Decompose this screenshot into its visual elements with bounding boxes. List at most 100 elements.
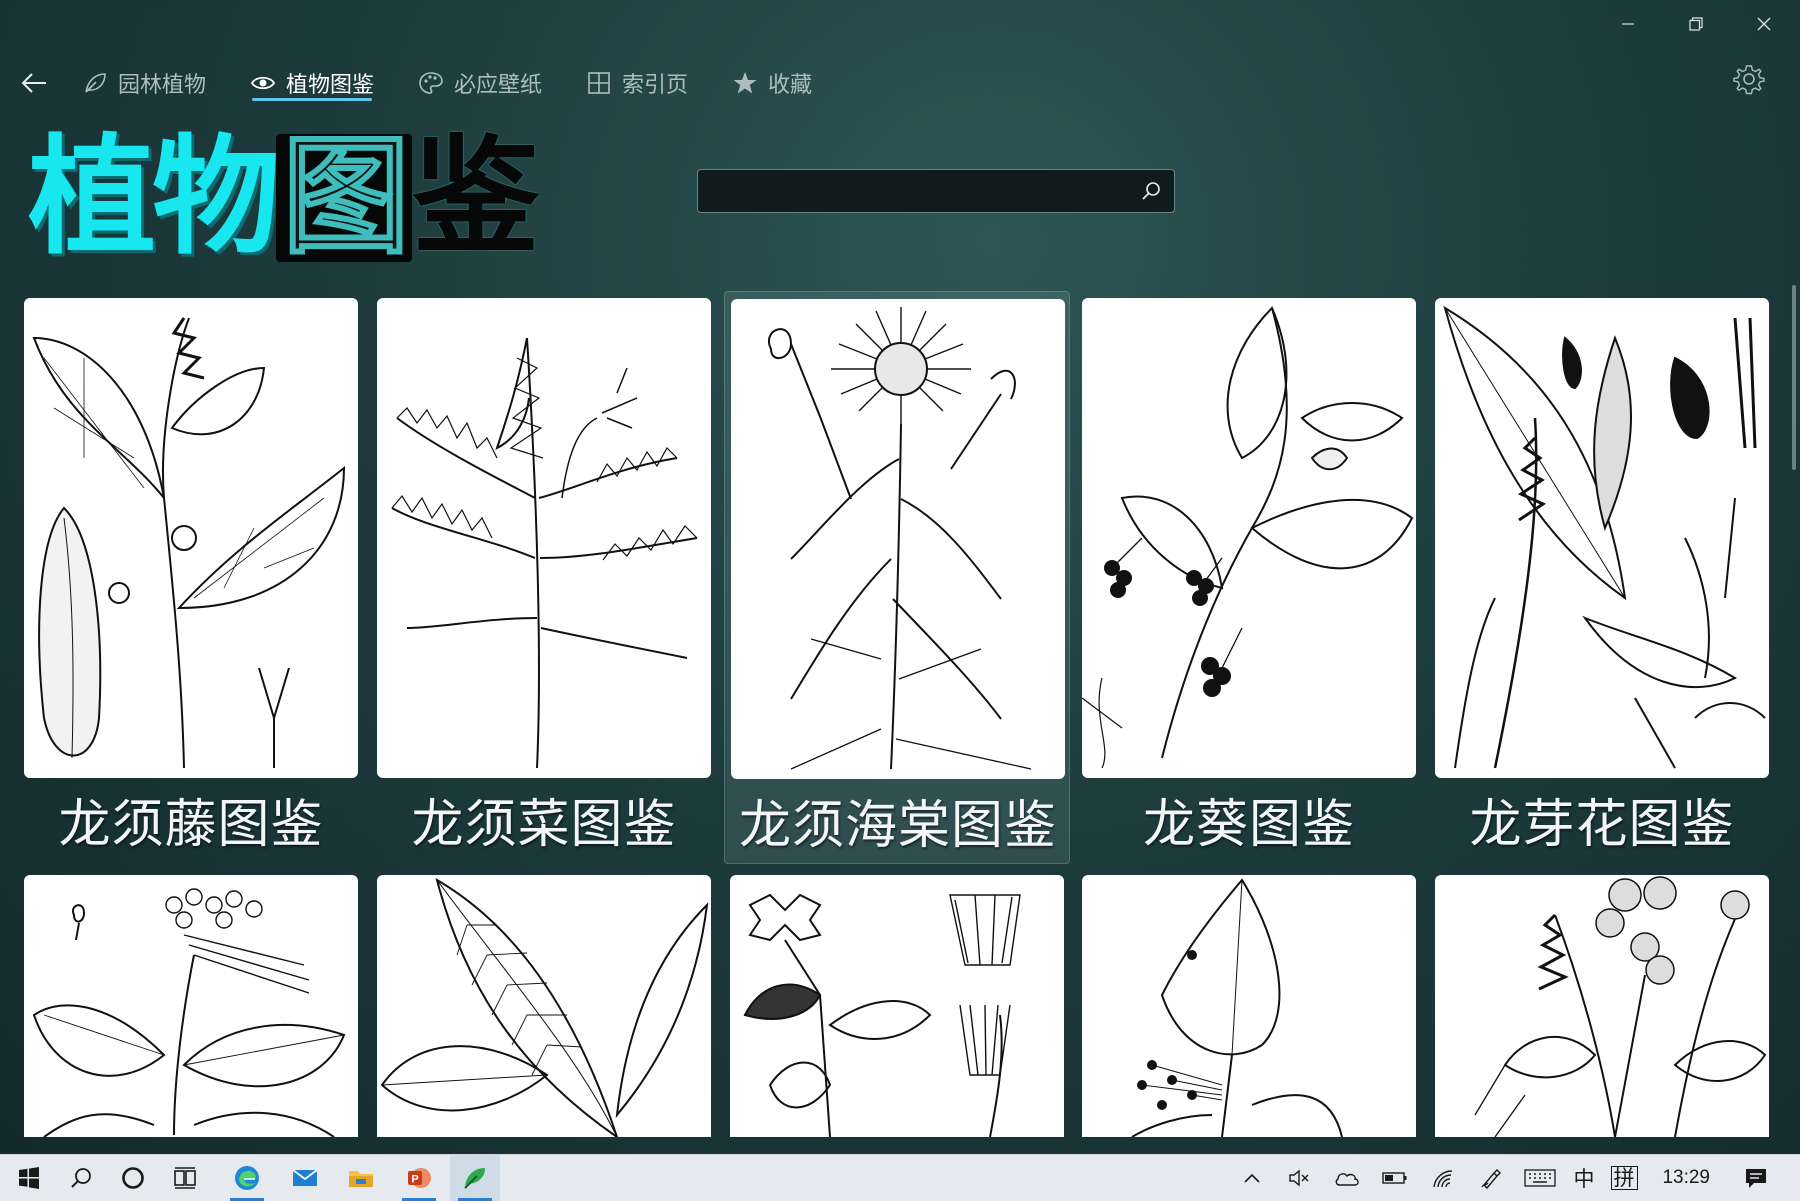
chevron-up-icon	[1244, 1173, 1260, 1183]
card-caption: 龙须海棠图鉴	[738, 795, 1057, 856]
plant-app-icon	[464, 1168, 485, 1189]
mail-icon	[292, 1169, 318, 1186]
title-part-plant: 植物	[28, 123, 280, 272]
onedrive-button[interactable]	[1330, 1155, 1364, 1201]
file-explorer-icon	[349, 1171, 373, 1187]
tab-index[interactable]: 索引页	[586, 63, 688, 103]
close-icon	[1757, 17, 1771, 31]
settings-button[interactable]	[1732, 62, 1766, 96]
atlas-card-hovered[interactable]: 龙须海棠图鉴	[724, 291, 1070, 864]
battery-icon	[1382, 1172, 1407, 1184]
touch-keyboard-button[interactable]	[1520, 1155, 1560, 1201]
minimize-icon	[1622, 23, 1634, 25]
card-caption: 龙须菜图鉴	[411, 794, 677, 855]
restore-button[interactable]	[1673, 6, 1719, 42]
windows-taskbar: P 中 拼 13:29	[0, 1154, 1800, 1201]
pen-icon	[1481, 1169, 1501, 1189]
title-part-atlas-boxed: 图	[276, 133, 413, 263]
active-tab-indicator	[252, 98, 372, 101]
top-navigation: 园林植物 植物图鉴 必应壁纸 索引页 收藏	[0, 55, 1800, 115]
plant-illustration-berry-spike	[1435, 875, 1769, 1137]
task-view-button[interactable]	[160, 1155, 210, 1201]
tab-label: 必应壁纸	[454, 73, 543, 98]
volume-button[interactable]	[1283, 1155, 1315, 1201]
tab-label: 植物图鉴	[286, 73, 375, 98]
ime-mode-indicator[interactable]: 拼	[1608, 1155, 1640, 1201]
plant-illustration-flower-cluster-leaves	[24, 875, 358, 1137]
windows-start-icon	[19, 1167, 39, 1189]
title-part-atlas: 鉴	[412, 123, 540, 272]
show-hidden-icons-button[interactable]	[1237, 1155, 1267, 1201]
back-button[interactable]	[14, 63, 54, 103]
volume-muted-icon	[1289, 1169, 1309, 1187]
pen-workspace-button[interactable]	[1474, 1155, 1508, 1201]
restore-icon	[1689, 17, 1703, 31]
taskbar-app-edge[interactable]	[222, 1155, 272, 1201]
battery-button[interactable]	[1378, 1155, 1412, 1201]
ime-mode-label: 拼	[1610, 1166, 1638, 1190]
atlas-card[interactable]: 龙芽花图鉴	[1435, 298, 1769, 860]
back-arrow-icon	[21, 73, 46, 93]
atlas-card[interactable]: 龙葵图鉴	[1082, 298, 1416, 860]
taskbar-search-button[interactable]	[56, 1155, 106, 1201]
tab-garden-plants[interactable]: 园林植物	[82, 63, 206, 103]
search-icon[interactable]	[1140, 180, 1162, 202]
title-bar	[0, 0, 1800, 50]
search-box[interactable]	[697, 169, 1175, 214]
edge-icon	[235, 1166, 259, 1190]
wifi-icon	[1433, 1170, 1453, 1188]
start-button[interactable]	[4, 1155, 54, 1201]
minimize-button[interactable]	[1605, 6, 1651, 42]
leaf-icon	[82, 70, 108, 96]
plant-illustration-long-leaves	[377, 875, 711, 1137]
close-button[interactable]	[1741, 6, 1787, 42]
tab-label: 收藏	[768, 73, 813, 98]
atlas-card[interactable]	[24, 875, 358, 1137]
search-icon	[71, 1168, 91, 1188]
notifications-icon	[1746, 1169, 1766, 1188]
plant-illustration-aster-flower	[731, 299, 1065, 779]
search-input[interactable]	[710, 170, 1114, 214]
action-center-button[interactable]	[1736, 1155, 1776, 1201]
keyboard-icon	[1524, 1169, 1556, 1187]
card-caption: 龙葵图鉴	[1142, 794, 1355, 855]
atlas-card[interactable]	[730, 875, 1064, 1137]
taskbar-app-plant-atlas[interactable]	[450, 1155, 500, 1201]
card-caption: 龙芽花图鉴	[1469, 794, 1735, 855]
tab-label: 索引页	[622, 73, 689, 98]
cloud-icon	[1335, 1173, 1359, 1186]
card-caption: 龙须藤图鉴	[58, 794, 324, 855]
atlas-card[interactable]	[1082, 875, 1416, 1137]
star-icon	[732, 70, 758, 96]
powerpoint-icon: P	[408, 1168, 431, 1188]
plant-illustration-nightshade-branch	[1082, 298, 1416, 778]
cortana-icon	[122, 1167, 144, 1189]
eye-icon	[250, 70, 276, 96]
taskbar-clock[interactable]: 13:29	[1662, 1155, 1710, 1201]
task-view-icon	[174, 1167, 196, 1189]
grid-icon	[586, 70, 612, 96]
page-title: 植物 图 鉴	[28, 122, 540, 272]
plant-illustration-tubular-flowers	[730, 875, 1064, 1137]
tab-bing-wallpaper[interactable]: 必应壁纸	[418, 63, 542, 103]
gear-icon	[1733, 65, 1765, 95]
atlas-card[interactable]	[1435, 875, 1769, 1137]
tab-plant-atlas[interactable]: 植物图鉴	[250, 63, 374, 103]
taskbar-app-explorer[interactable]	[336, 1155, 386, 1201]
taskbar-app-mail[interactable]	[280, 1155, 330, 1201]
plant-illustration-feathery-plume	[377, 298, 711, 778]
atlas-card[interactable]: 龙须菜图鉴	[377, 298, 711, 860]
network-button[interactable]	[1426, 1155, 1460, 1201]
plant-illustration-leaf-and-spike	[1435, 298, 1769, 778]
atlas-card[interactable]	[377, 875, 711, 1137]
cortana-button[interactable]	[108, 1155, 158, 1201]
atlas-card[interactable]: 龙须藤图鉴	[24, 298, 358, 860]
vertical-scrollbar[interactable]	[1792, 285, 1796, 470]
tab-favorites[interactable]: 收藏	[732, 63, 812, 103]
palette-icon	[418, 70, 444, 96]
plant-illustration-heart-leaf-berries	[1082, 875, 1416, 1137]
taskbar-app-powerpoint[interactable]: P	[394, 1155, 444, 1201]
ime-language-indicator[interactable]: 中	[1568, 1155, 1600, 1201]
svg-text:P: P	[411, 1174, 418, 1186]
plant-illustration-vine-with-pod	[24, 298, 358, 778]
